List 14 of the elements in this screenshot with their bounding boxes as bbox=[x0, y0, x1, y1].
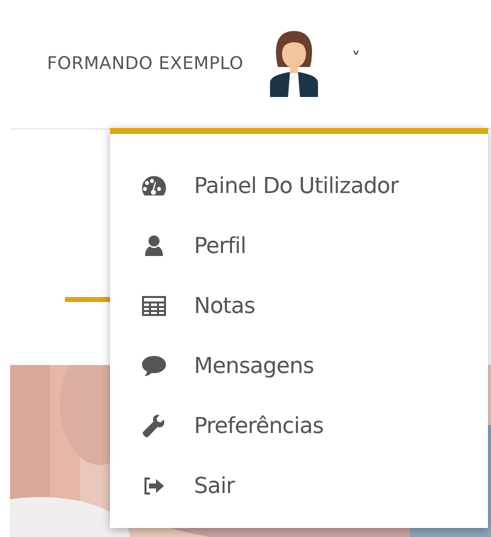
menu-item[interactable]: Perfil bbox=[110, 216, 488, 276]
dropdown-caret[interactable]: ˅ bbox=[351, 48, 360, 70]
table-icon bbox=[142, 296, 166, 316]
menu-item[interactable]: Painel Do Utilizador bbox=[110, 156, 488, 216]
menu-item[interactable]: Mensagens bbox=[110, 336, 488, 396]
user-name: FORMANDO EXEMPLO bbox=[47, 54, 244, 74]
dashboard-icon bbox=[141, 175, 167, 197]
menu-item[interactable]: Sair bbox=[110, 456, 488, 516]
user-icon bbox=[144, 235, 164, 257]
sign-out-icon bbox=[143, 477, 165, 495]
speech-bubble-icon bbox=[141, 355, 167, 377]
menu-item[interactable]: Notas bbox=[110, 276, 488, 336]
menu-item[interactable]: Preferências bbox=[110, 396, 488, 456]
wrench-icon bbox=[142, 414, 166, 438]
